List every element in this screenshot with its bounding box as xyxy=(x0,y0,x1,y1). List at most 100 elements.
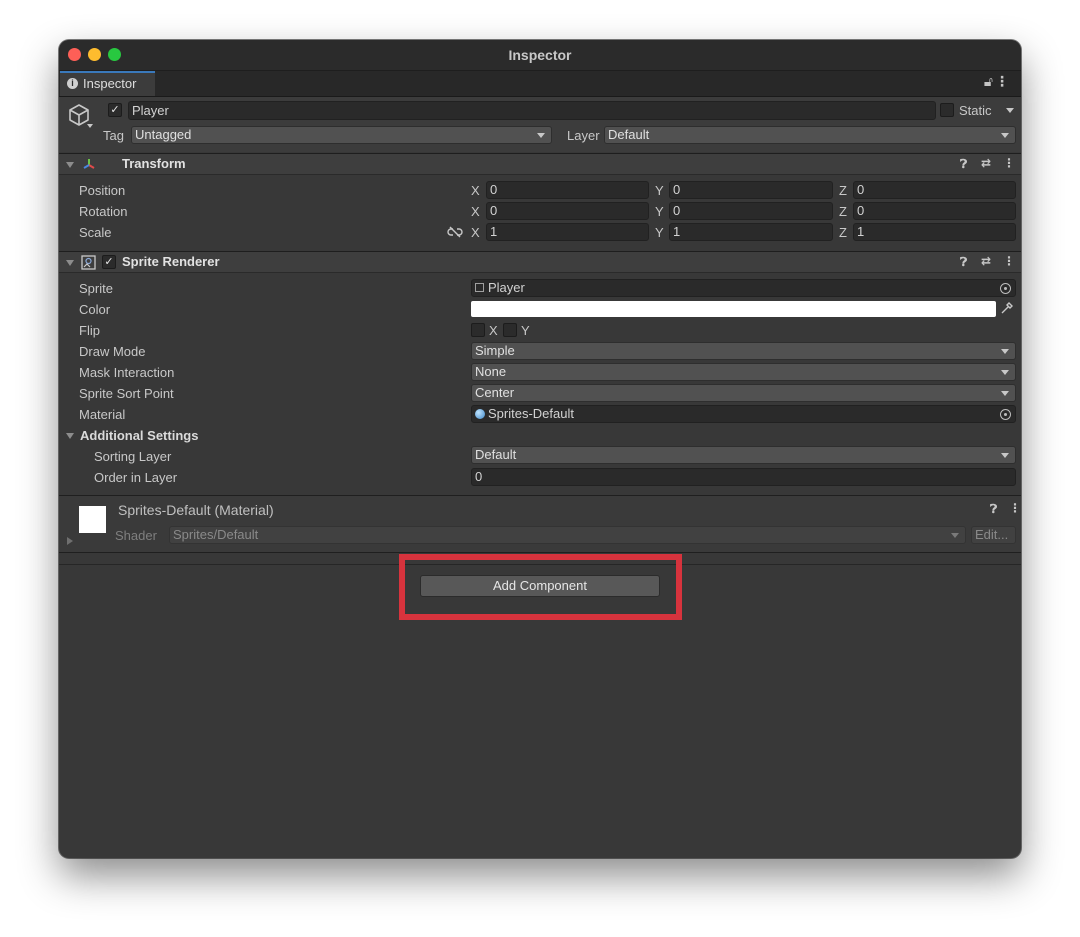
sprite-sort-point-dropdown[interactable]: Center xyxy=(471,384,1016,402)
position-label: Position xyxy=(79,183,126,198)
info-icon: i xyxy=(67,78,78,89)
chevron-down-icon xyxy=(1001,349,1009,354)
gameobject-header: ✓ Player Static Tag Untagged Layer Defau… xyxy=(59,97,1021,152)
tab-bar: i Inspector 🔓︎ ⋮ xyxy=(59,71,1021,97)
chevron-down-icon[interactable] xyxy=(87,124,93,128)
chevron-down-icon xyxy=(951,533,959,538)
link-broken-icon[interactable] xyxy=(447,226,463,238)
draw-mode-label: Draw Mode xyxy=(79,344,146,359)
transform-header[interactable]: Transform ❓︎ ⇄ ⋮ xyxy=(59,153,1021,175)
scale-x-axis-label[interactable]: X xyxy=(471,225,480,240)
material-object-field[interactable]: Sprites-Default xyxy=(471,405,1016,423)
rotation-z-axis-label[interactable]: Z xyxy=(839,204,847,219)
shader-dropdown[interactable]: Sprites/Default xyxy=(169,526,966,544)
flip-label: Flip xyxy=(79,323,100,338)
sprite-renderer-enabled-checkbox[interactable]: ✓ xyxy=(102,255,116,269)
scale-y-field[interactable]: 1 xyxy=(669,223,833,241)
more-menu-icon[interactable]: ⋮ xyxy=(1003,254,1015,268)
chevron-down-icon xyxy=(1001,453,1009,458)
scale-y-axis-label[interactable]: Y xyxy=(655,225,664,240)
position-y-field[interactable]: 0 xyxy=(669,181,833,199)
sprite-renderer-title: Sprite Renderer xyxy=(122,254,220,269)
more-menu-icon[interactable]: ⋮ xyxy=(1009,501,1021,515)
section-divider xyxy=(59,552,1021,553)
object-picker-icon[interactable] xyxy=(1000,409,1011,420)
rotation-label: Rotation xyxy=(79,204,128,219)
sprite-object-field[interactable]: Player xyxy=(471,279,1016,297)
sorting-layer-value: Default xyxy=(475,447,517,462)
rotation-y-field[interactable]: 0 xyxy=(669,202,833,220)
chevron-down-icon xyxy=(1001,370,1009,375)
active-checkbox[interactable]: ✓ xyxy=(108,103,122,117)
rotation-z-field[interactable]: 0 xyxy=(853,202,1016,220)
position-z-axis-label[interactable]: Z xyxy=(839,183,847,198)
sorting-layer-label: Sorting Layer xyxy=(94,449,172,464)
sprite-sort-point-value: Center xyxy=(475,385,515,400)
scale-x-field[interactable]: 1 xyxy=(486,223,649,241)
position-y-axis-label[interactable]: Y xyxy=(655,183,664,198)
presets-icon[interactable]: ⇄ xyxy=(981,156,991,170)
material-section-title: Sprites-Default (Material) xyxy=(118,502,274,518)
tag-label: Tag xyxy=(103,128,124,143)
eyedropper-icon[interactable] xyxy=(1000,301,1014,315)
help-icon[interactable]: ❓︎ xyxy=(960,255,967,270)
flip-y-checkbox[interactable] xyxy=(503,323,517,337)
flip-y-label: Y xyxy=(521,323,530,338)
more-menu-icon[interactable]: ⋮ xyxy=(995,73,1009,90)
material-icon xyxy=(475,409,485,419)
chevron-down-icon xyxy=(1001,133,1009,138)
color-swatch[interactable] xyxy=(471,301,996,317)
material-label: Material xyxy=(79,407,126,422)
sorting-layer-dropdown[interactable]: Default xyxy=(471,446,1016,464)
static-checkbox[interactable] xyxy=(940,103,954,117)
sprite-label: Sprite xyxy=(79,281,113,296)
position-x-field[interactable]: 0 xyxy=(486,181,649,199)
order-in-layer-label: Order in Layer xyxy=(94,470,178,485)
shader-value: Sprites/Default xyxy=(173,527,259,542)
highlight-box xyxy=(399,554,682,620)
layer-dropdown[interactable]: Default xyxy=(604,126,1016,144)
additional-settings-foldout-icon[interactable] xyxy=(66,433,74,439)
tab-label: Inspector xyxy=(83,76,137,91)
material-section: Sprites-Default (Material) ❓︎ ⋮ Shader S… xyxy=(59,496,1021,552)
tab-inspector[interactable]: i Inspector xyxy=(60,71,155,96)
scale-z-field[interactable]: 1 xyxy=(853,223,1016,241)
rotation-x-field[interactable]: 0 xyxy=(486,202,649,220)
draw-mode-dropdown[interactable]: Simple xyxy=(471,342,1016,360)
help-icon[interactable]: ❓︎ xyxy=(960,157,967,172)
additional-settings-label[interactable]: Additional Settings xyxy=(80,428,198,443)
rotation-y-axis-label[interactable]: Y xyxy=(655,204,664,219)
foldout-arrow-icon[interactable] xyxy=(66,260,74,266)
position-x-axis-label[interactable]: X xyxy=(471,183,480,198)
lock-icon[interactable]: 🔓︎ xyxy=(984,73,993,90)
window-title: Inspector xyxy=(508,47,572,63)
draw-mode-value: Simple xyxy=(475,343,515,358)
help-icon[interactable]: ❓︎ xyxy=(990,502,997,517)
static-dropdown-arrow-icon[interactable] xyxy=(1006,108,1014,113)
sprite-icon xyxy=(475,283,484,292)
sprite-renderer-header[interactable]: ✓ Sprite Renderer ❓︎ ⇄ ⋮ xyxy=(59,251,1021,273)
order-in-layer-field[interactable]: 0 xyxy=(471,468,1016,486)
name-field[interactable]: Player xyxy=(128,101,936,120)
more-menu-icon[interactable]: ⋮ xyxy=(1003,156,1015,170)
foldout-arrow-icon[interactable] xyxy=(66,162,74,168)
sprite-value: Player xyxy=(488,280,525,295)
transform-title: Transform xyxy=(122,156,186,171)
flip-x-checkbox[interactable] xyxy=(471,323,485,337)
shader-edit-button[interactable]: Edit... xyxy=(971,526,1016,544)
material-foldout-icon[interactable] xyxy=(67,537,73,545)
object-picker-icon[interactable] xyxy=(1000,283,1011,294)
mask-interaction-dropdown[interactable]: None xyxy=(471,363,1016,381)
static-label: Static xyxy=(959,103,992,118)
mask-interaction-label: Mask Interaction xyxy=(79,365,175,380)
rotation-x-axis-label[interactable]: X xyxy=(471,204,480,219)
shader-label: Shader xyxy=(115,528,157,543)
tag-value: Untagged xyxy=(135,127,192,142)
tag-dropdown[interactable]: Untagged xyxy=(131,126,552,144)
sprite-renderer-body: Sprite Player Color Flip X Y Draw Mode S… xyxy=(59,273,1021,495)
mask-interaction-value: None xyxy=(475,364,507,379)
scale-z-axis-label[interactable]: Z xyxy=(839,225,847,240)
presets-icon[interactable]: ⇄ xyxy=(981,254,991,268)
position-z-field[interactable]: 0 xyxy=(853,181,1016,199)
material-value: Sprites-Default xyxy=(488,406,574,421)
